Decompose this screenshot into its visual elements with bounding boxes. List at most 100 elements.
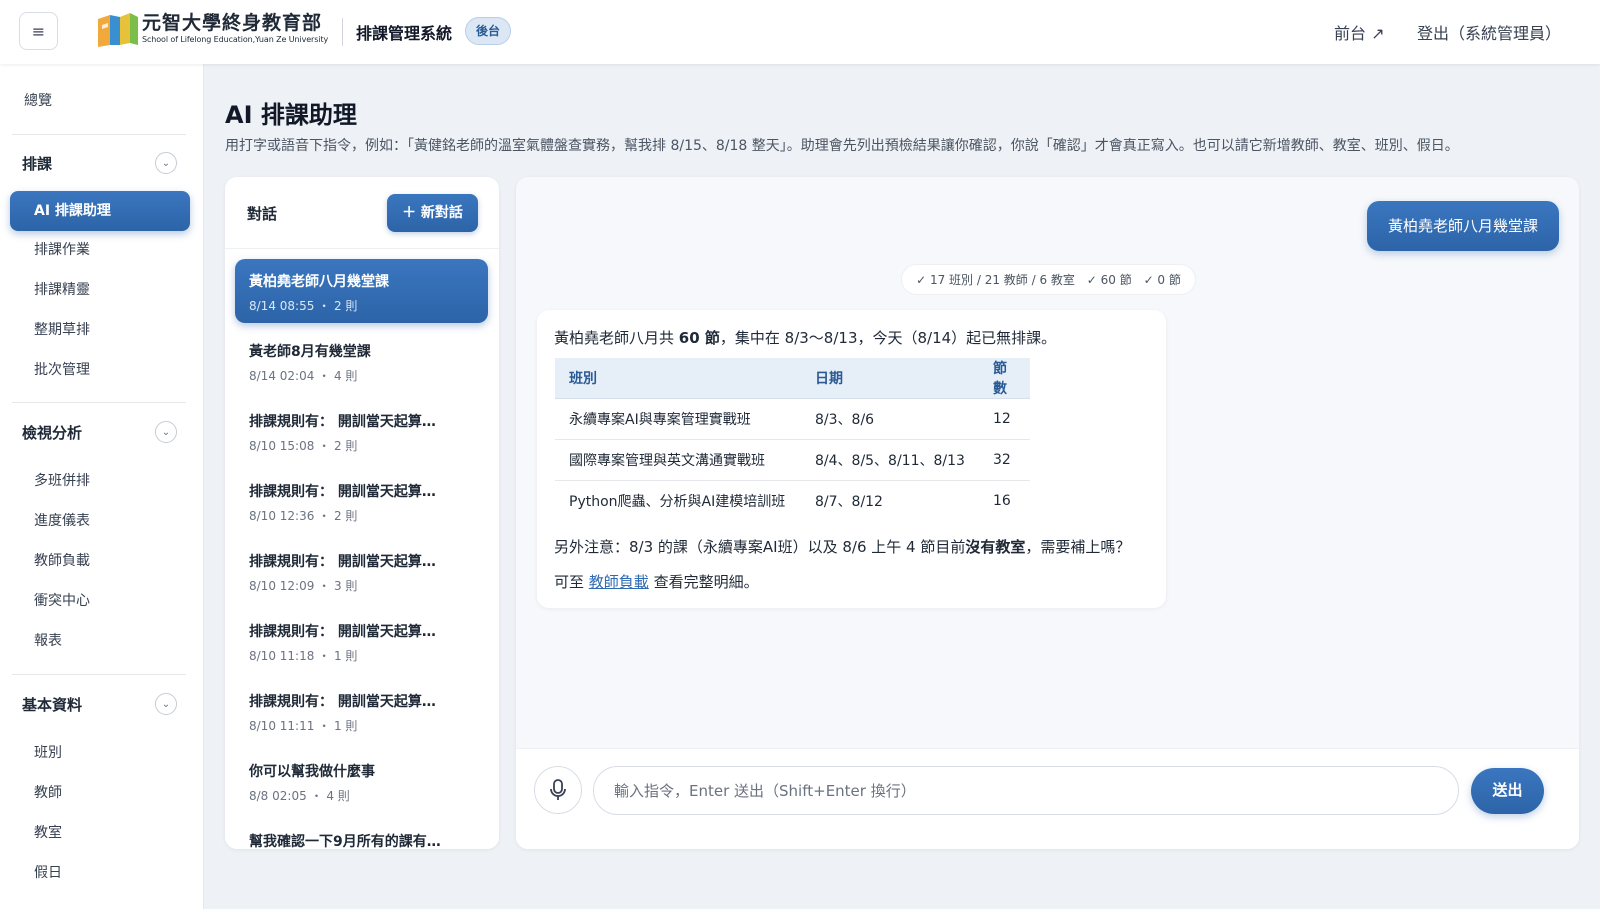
sidebar-item-multi-class[interactable]: 多班併排 (34, 470, 90, 490)
table-cell-date: 8/4、8/5、8/11、8/13 (801, 439, 979, 481)
sidebar-section-scheduling[interactable]: 排課 (22, 153, 52, 174)
conversation-item-title: 黃老師8月有幾堂課 (249, 344, 371, 360)
chevron-down-icon[interactable]: ⌄ (155, 693, 177, 715)
conversation-item-meta: 8/14 02:04 ・ 4 則 (249, 369, 358, 383)
table-cell-periods: 32 (978, 439, 1030, 481)
conversation-item[interactable]: 黃柏堯老師八月幾堂課 8/14 08:55 ・ 2 則 (235, 259, 488, 323)
sidebar-divider (12, 134, 186, 135)
chat-input[interactable] (593, 766, 1459, 815)
system-title: 排課管理系統 (356, 24, 453, 43)
conversation-item[interactable]: 幫我確認一下9月所有的課有… (235, 819, 488, 849)
conversation-item-title: 你可以幫我做什麼事 (249, 764, 375, 780)
sidebar-divider (12, 402, 186, 403)
stat-conflicts: ✓ 0 節 (1143, 273, 1181, 287)
conversation-item-title: 排課規則有： 開訓當天起算… (249, 414, 436, 430)
table-row: 國際專案管理與英文溝通實戰班 8/4、8/5、8/11、8/13 32 (555, 439, 1030, 481)
sidebar-item-overview[interactable]: 總覽 (24, 90, 52, 110)
sidebar-section-basic-data[interactable]: 基本資料 (22, 694, 82, 715)
warning-no-classroom: 沒有教室 (965, 538, 1026, 556)
table-cell-periods: 12 (978, 398, 1030, 440)
conversation-item-title: 排課規則有： 開訓當天起算… (249, 554, 436, 570)
column-header-class: 班別 (555, 358, 801, 399)
chevron-down-icon[interactable]: ⌄ (155, 421, 177, 443)
sidebar-section-analysis[interactable]: 檢視分析 (22, 422, 82, 443)
conversation-item-meta: 8/10 12:09 ・ 3 則 (249, 579, 358, 593)
conversation-item-title: 排課規則有： 開訓當天起算… (249, 624, 436, 640)
footnote-text: 查看完整明細。 (648, 573, 759, 591)
summary-total-periods: 60 節 (678, 329, 720, 347)
send-button[interactable]: 送出 (1471, 768, 1544, 814)
menu-button[interactable]: ≡ (19, 12, 58, 50)
assistant-footnote: 可至 教師負載 查看完整明細。 (554, 571, 759, 592)
brand: 元智大學終身教育部 School of Lifelong Education,Y… (142, 12, 332, 45)
stat-entities: ✓ 17 班別 / 21 教師 / 6 教室 (916, 273, 1075, 287)
conversation-item-title: 幫我確認一下9月所有的課有… (249, 834, 441, 849)
conversation-item-title: 排課規則有： 開訓當天起算… (249, 694, 436, 710)
chat-panel: 黃柏堯老師八月幾堂課 ✓ 17 班別 / 21 教師 / 6 教室 ✓ 60 節… (516, 177, 1579, 849)
microphone-button[interactable] (534, 766, 582, 814)
user-message-bubble: 黃柏堯老師八月幾堂課 (1367, 201, 1559, 251)
brand-name-zh: 元智大學終身教育部 (142, 12, 323, 34)
sidebar-item-scheduling-wizard[interactable]: 排課精靈 (34, 279, 90, 299)
front-site-link[interactable]: 前台 ↗ (1334, 20, 1385, 44)
schedule-table: 班別 日期 節數 永續專案AI與專案管理實戰班 8/3、8/6 12 國際專案管… (555, 358, 1030, 522)
conversation-item[interactable]: 排課規則有： 開訓當天起算… 8/10 11:11 ・ 1 則 (235, 679, 488, 743)
page-description: 用打字或語音下指令，例如：「黃健銘老師的溫室氣體盤查實務，幫我排 8/15、8/… (225, 138, 1459, 154)
conversation-item[interactable]: 排課規則有： 開訓當天起算… 8/10 15:08 ・ 2 則 (235, 399, 488, 463)
brand-name-en: School of Lifelong Education,Yuan Ze Uni… (142, 35, 329, 44)
chevron-down-icon[interactable]: ⌄ (155, 152, 177, 174)
table-cell-class: 國際專案管理與英文溝通實戰班 (555, 439, 801, 481)
conversation-item[interactable]: 你可以幫我做什麼事 8/8 02:05 ・ 4 則 (235, 749, 488, 813)
chat-input-bar: 送出 (516, 748, 1579, 849)
conversation-item[interactable]: 排課規則有： 開訓當天起算… 8/10 12:36 ・ 2 則 (235, 469, 488, 533)
sidebar-item-progress-dashboard[interactable]: 進度儀表 (34, 510, 90, 530)
table-cell-date: 8/7、8/12 (815, 494, 883, 511)
table-row: 永續專案AI與專案管理實戰班 8/3、8/6 12 (555, 398, 1030, 440)
conversation-header: 對話 ＋ 新對話 (225, 177, 499, 249)
sidebar: 總覽 排課 ⌄ AI 排課助理 排課作業 排課精靈 整期草排 批次管理 檢視分析… (0, 64, 204, 909)
precheck-stats: ✓ 17 班別 / 21 教師 / 6 教室 ✓ 60 節 ✓ 0 節 (901, 264, 1196, 295)
teacher-load-link[interactable]: 教師負載 (589, 573, 649, 591)
sidebar-item-teacher-load[interactable]: 教師負載 (34, 550, 90, 570)
sidebar-item-teachers[interactable]: 教師 (34, 782, 62, 802)
assistant-summary: 黃柏堯老師八月共 60 節，集中在 8/3～8/13，今天（8/14）起已無排課… (554, 327, 1056, 348)
sidebar-item-ai-assistant[interactable]: AI 排課助理 (10, 191, 190, 231)
logout-link[interactable]: 登出（系統管理員） (1417, 20, 1561, 44)
conversation-item-title: 黃柏堯老師八月幾堂課 (249, 274, 389, 290)
sidebar-item-conflict-center[interactable]: 衝突中心 (34, 590, 90, 610)
conversation-item[interactable]: 排課規則有： 開訓當天起算… 8/10 11:18 ・ 1 則 (235, 609, 488, 673)
sidebar-item-scheduling-work[interactable]: 排課作業 (34, 239, 90, 259)
conversation-item-title: 排課規則有： 開訓當天起算… (249, 484, 436, 500)
sidebar-item-classrooms[interactable]: 教室 (34, 822, 62, 842)
footnote-text: 可至 (554, 573, 589, 591)
microphone-icon (550, 779, 566, 800)
column-header-date: 日期 (801, 358, 979, 399)
assistant-warning: 另外注意：8/3 的課（永續專案AI班）以及 8/6 上午 4 節目前沒有教室，… (554, 536, 1130, 557)
conversation-item-meta: 8/10 15:08 ・ 2 則 (249, 439, 358, 453)
summary-text: 黃柏堯老師八月共 (554, 329, 679, 347)
warning-text: 另外注意：8/3 的課（永續專案AI班）以及 8/6 上午 4 節目前 (554, 538, 966, 556)
sidebar-item-batch-management[interactable]: 批次管理 (34, 359, 90, 379)
sidebar-item-reports[interactable]: 報表 (34, 630, 62, 650)
header-divider (342, 18, 343, 46)
stat-periods: ✓ 60 節 (1086, 273, 1132, 287)
sidebar-divider (12, 674, 186, 675)
sidebar-item-term-draft[interactable]: 整期草排 (34, 319, 90, 339)
hamburger-icon: ≡ (31, 21, 46, 41)
conversation-item-meta: 8/14 08:55 ・ 2 則 (249, 299, 358, 313)
top-bar: ≡ 元智大學終身教育部 School of Lifelong Education… (0, 0, 1600, 64)
table-cell-class: 永續專案AI與專案管理實戰班 (555, 398, 801, 440)
sidebar-item-classes[interactable]: 班別 (34, 742, 62, 762)
conversation-item-meta: 8/10 12:36 ・ 2 則 (249, 509, 358, 523)
conversation-title: 對話 (247, 205, 278, 223)
assistant-message-bubble: 黃柏堯老師八月共 60 節，集中在 8/3～8/13，今天（8/14）起已無排課… (537, 310, 1166, 608)
conversation-item[interactable]: 黃老師8月有幾堂課 8/14 02:04 ・ 4 則 (235, 329, 488, 393)
conversation-item-meta: 8/10 11:11 ・ 1 則 (249, 719, 358, 733)
new-conversation-button[interactable]: ＋ 新對話 (387, 194, 478, 232)
conversation-item[interactable]: 排課規則有： 開訓當天起算… 8/10 12:09 ・ 3 則 (235, 539, 488, 603)
table-cell-date: 8/3、8/6 (801, 398, 979, 440)
sidebar-item-holidays[interactable]: 假日 (34, 862, 62, 882)
table-row: Python爬蟲、分析與AI建模培訓班 8/7、8/12 16 (555, 481, 1030, 522)
warning-text: ，需要補上嗎？ (1025, 538, 1131, 556)
conversation-item-meta: 8/8 02:05 ・ 4 則 (249, 789, 350, 803)
